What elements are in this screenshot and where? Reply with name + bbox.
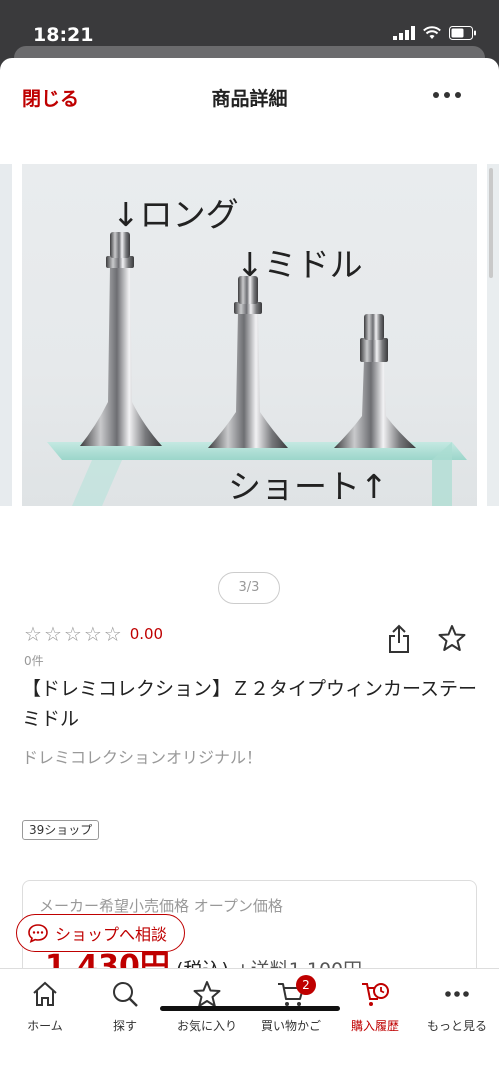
star-empty-icon: ☆ — [43, 622, 62, 646]
tab-search[interactable]: 探す — [80, 969, 170, 1049]
tab-label: お気に入り — [176, 1019, 237, 1033]
star-empty-icon: ☆ — [63, 622, 82, 646]
product-detail-sheet: 閉じる 商品詳細 ↓ロング ↓ミドル ショート↑ 3/3 ☆ ☆ ☆ ☆ ☆ 0… — [0, 58, 499, 1080]
bottom-tab-bar: ホーム 探す お気に入り 2 買い物かご 購入履歴 もっと見る — [0, 968, 499, 1080]
scrollbar[interactable] — [489, 168, 493, 278]
tab-label: もっと見る — [426, 1019, 487, 1033]
shop-tag[interactable]: 39ショップ — [22, 820, 100, 840]
gallery-pager: 3/3 — [218, 572, 280, 604]
page-title: 商品詳細 — [211, 88, 288, 110]
rating-score: 0.00 — [129, 625, 164, 643]
search-icon — [113, 982, 138, 1007]
tab-home[interactable]: ホーム — [0, 969, 90, 1049]
tab-label: 探す — [112, 1019, 137, 1033]
star-empty-icon: ☆ — [103, 622, 122, 646]
home-icon — [33, 981, 57, 1006]
tab-more[interactable]: もっと見る — [412, 969, 499, 1049]
product-title: 【ドレミコレクション】Ｚ２タイプウィンカーステー ミドル — [22, 678, 497, 730]
status-icons — [393, 26, 477, 40]
msrp-text: メーカー希望小売価格 オープン価格 — [39, 897, 283, 915]
label-long: ↓ロング — [112, 195, 239, 234]
product-photo — [47, 232, 467, 506]
home-indicator[interactable] — [160, 1006, 340, 1011]
purchase-history-icon — [362, 983, 389, 1006]
consult-shop-button[interactable]: ショップへ相談 — [16, 914, 185, 952]
share-icon[interactable] — [386, 624, 412, 654]
wifi-icon — [423, 26, 441, 39]
label-middle: ↓ミドル — [236, 245, 363, 284]
more-horizontal-icon — [445, 991, 469, 997]
star-empty-icon: ☆ — [24, 622, 42, 646]
chat-icon — [28, 924, 48, 943]
battery-icon — [449, 26, 476, 40]
label-short: ショート↑ — [228, 467, 388, 506]
more-horizontal-icon[interactable] — [433, 92, 461, 98]
image-gallery[interactable]: ↓ロング ↓ミドル ショート↑ — [0, 164, 499, 506]
favorite-star-icon[interactable] — [438, 624, 466, 652]
rating-stars: ☆ ☆ ☆ ☆ ☆ — [24, 624, 122, 644]
tab-label: 買い物かご — [260, 1019, 321, 1033]
review-count[interactable]: 0件 — [24, 652, 44, 669]
product-subtitle: ドレミコレクションオリジナル！ — [22, 748, 263, 767]
tab-label: 購入履歴 — [350, 1019, 399, 1033]
status-time: 18:21 — [33, 24, 94, 46]
product-image[interactable]: ↓ロング ↓ミドル ショート↑ — [22, 164, 477, 506]
cart-badge: 2 — [296, 975, 316, 995]
star-empty-icon: ☆ — [83, 622, 102, 646]
rating-row[interactable]: ☆ ☆ ☆ ☆ ☆ 0.00 — [24, 624, 163, 644]
star-icon — [193, 981, 221, 1007]
consult-shop-label: ショップへ相談 — [55, 925, 168, 944]
tab-purchase-history[interactable]: 購入履歴 — [330, 969, 420, 1049]
nav-header: 閉じる 商品詳細 — [0, 58, 499, 128]
signal-icon — [393, 26, 415, 40]
gallery-prev-image[interactable] — [0, 164, 12, 506]
tab-label: ホーム — [27, 1019, 63, 1033]
